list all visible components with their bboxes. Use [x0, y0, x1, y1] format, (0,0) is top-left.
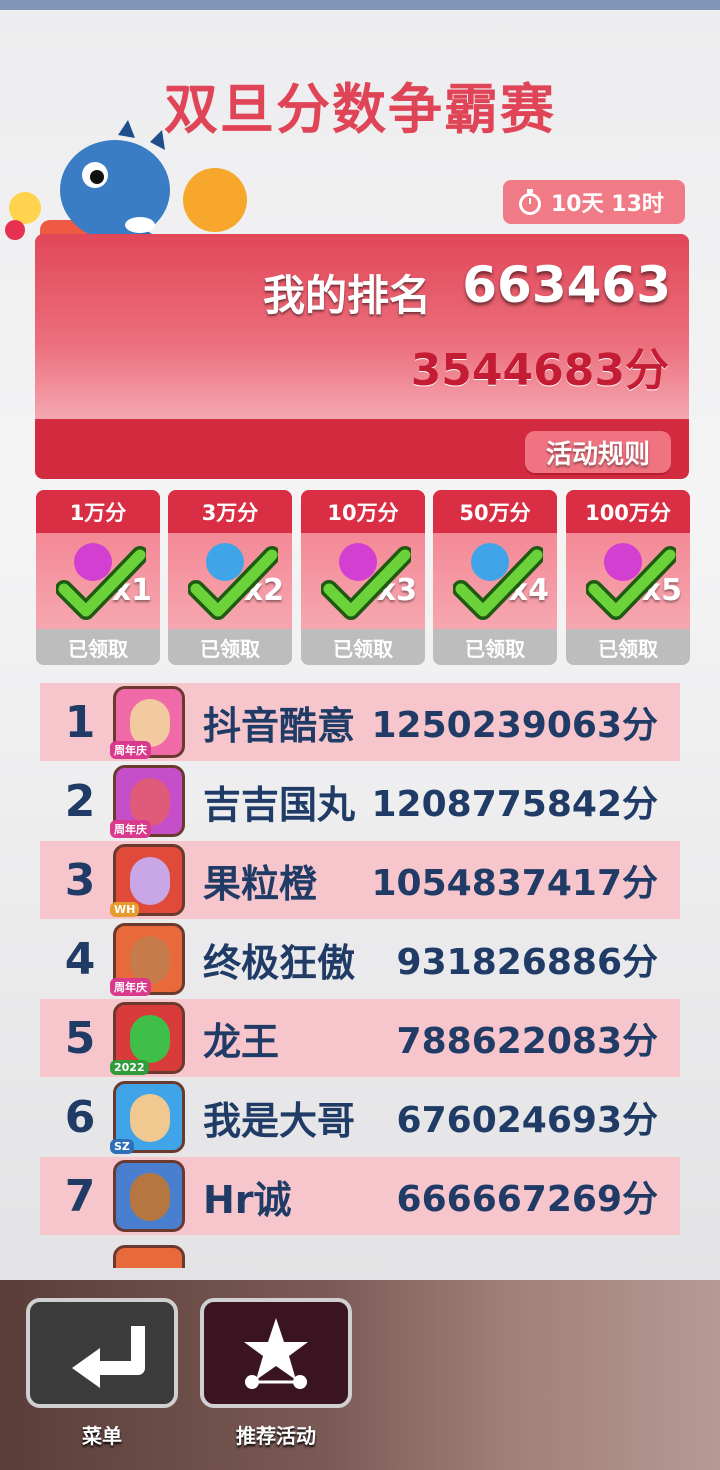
milestone-threshold: 3万分: [168, 490, 292, 533]
player-avatar[interactable]: WH: [110, 844, 185, 917]
leaderboard-row[interactable]: 2 周年庆 吉吉国丸 1208775842分: [40, 762, 680, 840]
rank-number: 2: [64, 775, 96, 827]
avatar-badge: 周年庆: [110, 741, 151, 759]
avatar-face: [130, 699, 170, 747]
avatar-face: [130, 936, 170, 984]
player-avatar[interactable]: 周年庆: [110, 686, 185, 759]
my-score: 3544683分: [410, 345, 669, 396]
recommend-button[interactable]: [200, 1298, 352, 1408]
event-panel: 双旦分数争霸赛 10天 13时 我的排名 663463 3544683分 活动规…: [0, 10, 720, 1280]
event-timer: 10天 13时: [503, 180, 685, 224]
avatar-badge: 2022: [110, 1060, 149, 1075]
milestone-reward: x2: [168, 533, 292, 629]
player-score: 1208775842分: [371, 784, 659, 825]
avatar-face: [130, 778, 170, 826]
rank-number: 3: [64, 854, 96, 906]
my-rank-card: 我的排名 663463 3544683分 活动规则: [35, 234, 689, 479]
player-name: 我是大哥: [203, 1098, 356, 1143]
milestone-threshold: 10万分: [301, 490, 425, 533]
claimed-status: 已领取: [168, 629, 292, 665]
rank-number: 1: [64, 696, 96, 748]
menu-button[interactable]: [26, 1298, 178, 1408]
leaderboard-row-partial[interactable]: [40, 1239, 680, 1268]
leaderboard-row[interactable]: 4 周年庆 终极狂傲 931826886分: [40, 920, 680, 998]
claimed-status: 已领取: [433, 629, 557, 665]
avatar-badge: SZ: [110, 1139, 134, 1154]
claimed-status: 已领取: [566, 629, 690, 665]
milestone-rewards: 1万分 x1 已领取 3万分 x2 已领取 10万分 x3 已领取 50万分 x…: [36, 490, 690, 665]
player-avatar[interactable]: [113, 1160, 185, 1232]
player-score: 1250239063分: [371, 705, 659, 746]
milestone-reward: x1: [36, 533, 160, 629]
leaderboard-row[interactable]: 6 SZ 我是大哥 676024693分: [40, 1078, 680, 1156]
avatar-face: [130, 1015, 170, 1063]
player-avatar[interactable]: 周年庆: [110, 765, 185, 838]
bottom-nav-bar: 菜单 推荐活动: [0, 1280, 720, 1470]
player-score: 1054837417分: [371, 863, 659, 904]
rank-number: 6: [64, 1091, 96, 1143]
player-score: 676024693分: [396, 1100, 658, 1141]
milestone-card[interactable]: 3万分 x2 已领取: [168, 490, 292, 665]
player-avatar[interactable]: 2022: [110, 1002, 185, 1075]
leaderboard-row[interactable]: 7 Hr诚 666667269分: [40, 1157, 680, 1235]
rank-number: 4: [64, 933, 96, 985]
timer-text: 10天 13时: [551, 192, 664, 217]
leaderboard-row[interactable]: 5 2022 龙王 788622083分: [40, 999, 680, 1077]
player-avatar[interactable]: 周年庆: [110, 923, 185, 996]
stopwatch-icon: [519, 189, 541, 215]
milestone-reward: x5: [566, 533, 690, 629]
player-name: 龙王: [203, 1019, 280, 1064]
avatar-face: [130, 857, 170, 905]
avatar-badge: WH: [110, 902, 140, 917]
player-name: 抖音酷意: [203, 703, 356, 748]
player-avatar[interactable]: [113, 1245, 185, 1268]
rank-number: 5: [64, 1012, 96, 1064]
claimed-status: 已领取: [36, 629, 160, 665]
status-bar: [0, 0, 720, 10]
avatar-badge: 周年庆: [110, 978, 151, 996]
recommend-label: 推荐活动: [236, 1424, 316, 1448]
milestone-reward: x3: [301, 533, 425, 629]
milestone-threshold: 50万分: [433, 490, 557, 533]
rules-button[interactable]: 活动规则: [525, 431, 671, 473]
my-rank-value: 663463: [462, 256, 671, 314]
milestone-reward: x4: [433, 533, 557, 629]
player-name: 终极狂傲: [203, 940, 356, 985]
avatar-face: [130, 1094, 170, 1142]
check-icon: [586, 546, 676, 620]
leaderboard-row[interactable]: 3 WH 果粒橙 1054837417分: [40, 841, 680, 919]
player-name: 果粒橙: [203, 861, 318, 906]
rank-number: 7: [64, 1170, 96, 1222]
avatar-badge: 周年庆: [110, 820, 151, 838]
star-icon: [244, 1318, 308, 1389]
milestone-threshold: 1万分: [36, 490, 160, 533]
player-score: 788622083分: [396, 1021, 658, 1062]
check-icon: [56, 546, 146, 620]
check-icon: [321, 546, 411, 620]
player-score: 931826886分: [396, 942, 658, 983]
milestone-card[interactable]: 100万分 x5 已领取: [566, 490, 690, 665]
player-avatar[interactable]: SZ: [110, 1081, 185, 1154]
player-score: 666667269分: [396, 1179, 658, 1220]
milestone-card[interactable]: 50万分 x4 已领取: [433, 490, 557, 665]
player-name: Hr诚: [203, 1177, 292, 1222]
leaderboard-list[interactable]: 1 周年庆 抖音酷意 1250239063分 2 周年庆 吉吉国丸 120877…: [40, 683, 680, 1268]
return-arrow-icon: [72, 1326, 145, 1388]
check-icon: [188, 546, 278, 620]
menu-label: 菜单: [82, 1424, 122, 1448]
milestone-card[interactable]: 1万分 x1 已领取: [36, 490, 160, 665]
milestone-threshold: 100万分: [566, 490, 690, 533]
check-icon: [453, 546, 543, 620]
player-name: 吉吉国丸: [203, 782, 356, 827]
my-rank-label: 我的排名: [263, 271, 432, 320]
milestone-card[interactable]: 10万分 x3 已领取: [301, 490, 425, 665]
avatar-face: [130, 1173, 170, 1221]
claimed-status: 已领取: [301, 629, 425, 665]
leaderboard-row[interactable]: 1 周年庆 抖音酷意 1250239063分: [40, 683, 680, 761]
